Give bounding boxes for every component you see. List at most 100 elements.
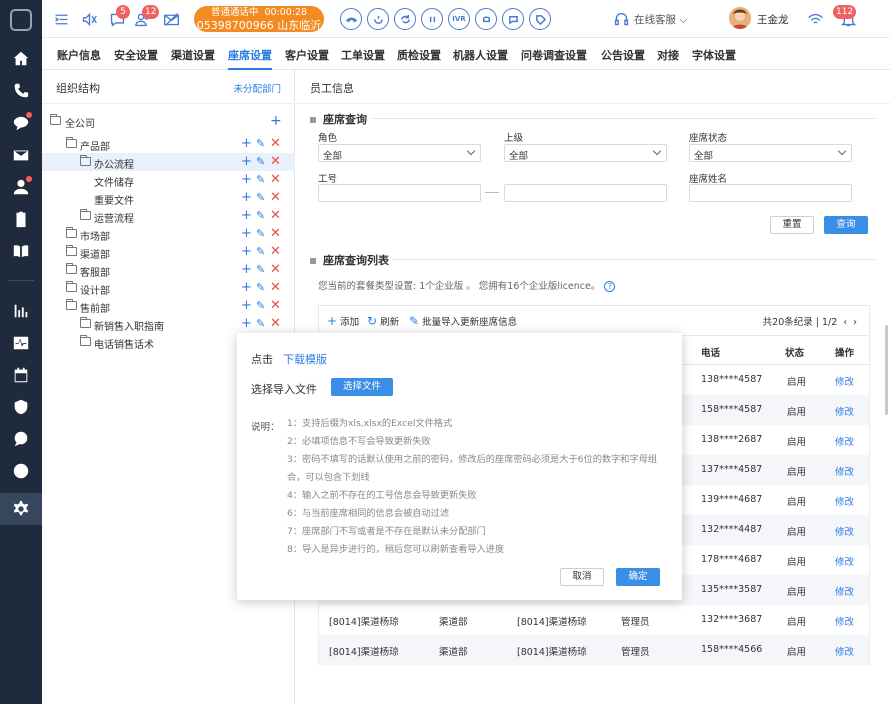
menu-security[interactable]: 安全设置 (114, 47, 158, 63)
menu-notice[interactable]: 公告设置 (601, 47, 645, 63)
edit-link[interactable]: 修改 (835, 464, 854, 478)
tree-node[interactable]: 设计部 + ✎ ✕ (42, 279, 295, 297)
edit-link[interactable]: 修改 (835, 614, 854, 628)
edit-link[interactable]: 修改 (835, 584, 854, 598)
tree-node-root[interactable]: 全公司 + (42, 112, 295, 130)
tree-node[interactable]: 渠道部 + ✎ ✕ (42, 243, 295, 261)
edit-icon[interactable]: ✎ (256, 298, 265, 314)
edit-icon[interactable]: ✎ (256, 262, 265, 278)
pause-icon[interactable] (421, 8, 443, 30)
add-icon[interactable]: + (241, 262, 252, 278)
home-icon[interactable] (11, 49, 31, 69)
delete-icon[interactable]: ✕ (270, 244, 281, 260)
edit-link[interactable]: 修改 (835, 434, 854, 448)
sms-icon[interactable] (502, 8, 524, 30)
menu-survey[interactable]: 问卷调查设置 (521, 47, 587, 63)
hangup-icon[interactable] (340, 8, 362, 30)
consult-icon[interactable] (475, 8, 497, 30)
agent-status-dropdown[interactable]: 在线客服 ⌵ (634, 12, 687, 27)
menu-qc[interactable]: 质检设置 (397, 47, 441, 63)
add-icon[interactable]: + (241, 226, 252, 242)
edit-link[interactable]: 修改 (835, 374, 854, 388)
add-icon[interactable]: + (241, 136, 252, 152)
add-button[interactable]: + 添加 (327, 314, 359, 328)
role-select[interactable]: 全部 (318, 144, 481, 162)
shield-icon[interactable] (11, 397, 31, 417)
add-icon[interactable]: + (241, 280, 252, 296)
menu-ticket[interactable]: 工单设置 (341, 47, 385, 63)
avatar[interactable] (729, 7, 751, 29)
cancel-button[interactable]: 取消 (560, 568, 604, 586)
pulse-icon[interactable] (11, 333, 31, 353)
edit-link[interactable]: 修改 (835, 644, 854, 658)
menu-robot[interactable]: 机器人设置 (453, 47, 508, 63)
parent-select[interactable]: 全部 (504, 144, 667, 162)
menu-font[interactable]: 字体设置 (692, 47, 736, 63)
edit-icon[interactable]: ✎ (256, 244, 265, 260)
menu-customer[interactable]: 客户设置 (285, 47, 329, 63)
delete-icon[interactable]: ✕ (270, 208, 281, 224)
import-button[interactable]: ✎ 批量导入更新座席信息 (409, 314, 517, 328)
ivr-button[interactable]: IVR (448, 8, 470, 30)
seat-name-input[interactable] (689, 184, 852, 202)
help-icon[interactable]: ? (604, 281, 616, 292)
mail-icon[interactable] (11, 145, 31, 165)
edit-icon[interactable]: ✎ (256, 208, 265, 224)
tree-node[interactable]: 文件储存 + ✎ ✕ (42, 171, 295, 189)
mail-off-icon[interactable] (162, 10, 180, 28)
add-icon[interactable]: + (241, 298, 252, 314)
delete-icon[interactable]: ✕ (270, 136, 281, 152)
id-to-input[interactable] (504, 184, 667, 202)
unassigned-link[interactable]: 未分配部门 (233, 81, 281, 95)
phone-icon[interactable] (11, 81, 31, 101)
user-icon[interactable] (11, 176, 32, 197)
delete-icon[interactable]: ✕ (270, 154, 281, 170)
link-icon[interactable] (11, 461, 31, 481)
transfer-icon[interactable] (394, 8, 416, 30)
delete-icon[interactable]: ✕ (270, 226, 281, 242)
delete-icon[interactable]: ✕ (270, 280, 281, 296)
add-icon[interactable]: + (241, 208, 252, 224)
collapse-menu-icon[interactable] (52, 10, 70, 28)
add-icon[interactable]: + (241, 172, 252, 188)
prev-page-icon[interactable]: ‹ (843, 317, 847, 328)
tree-node[interactable]: 新销售入职指南 + ✎ ✕ (42, 315, 295, 333)
menu-channel[interactable]: 渠道设置 (171, 47, 215, 63)
seat-status-select[interactable]: 全部 (689, 144, 852, 162)
tree-node[interactable]: 运营流程 + ✎ ✕ (42, 207, 295, 225)
calendar-icon[interactable] (11, 365, 31, 385)
add-icon[interactable]: + (241, 316, 252, 332)
mute-icon[interactable] (80, 10, 98, 28)
hold-icon[interactable] (367, 8, 389, 30)
add-icon[interactable]: + (241, 244, 252, 260)
edit-link[interactable]: 修改 (835, 404, 854, 418)
edit-link[interactable]: 修改 (835, 554, 854, 568)
tree-node[interactable]: 客服部 + ✎ ✕ (42, 261, 295, 279)
add-icon[interactable]: + (241, 190, 252, 206)
tree-node[interactable]: 市场部 + ✎ ✕ (42, 225, 295, 243)
tree-node[interactable]: 重要文件 + ✎ ✕ (42, 189, 295, 207)
edit-link[interactable]: 修改 (835, 524, 854, 538)
menu-seat[interactable]: 座席设置 (228, 47, 272, 70)
edit-icon[interactable]: ✎ (256, 190, 265, 206)
next-page-icon[interactable]: › (853, 317, 857, 328)
scrollbar-thumb[interactable] (885, 325, 888, 415)
confirm-button[interactable]: 确定 (616, 568, 660, 586)
message-icon[interactable] (11, 429, 31, 449)
edit-link[interactable]: 修改 (835, 494, 854, 508)
bar-chart-icon[interactable] (11, 301, 31, 321)
download-template-link[interactable]: 下载模版 (283, 353, 327, 366)
reset-button[interactable]: 重置 (770, 216, 814, 234)
edit-icon[interactable]: ✎ (256, 226, 265, 242)
menu-integration[interactable]: 对接 (657, 47, 679, 63)
book-icon[interactable] (11, 241, 31, 261)
delete-icon[interactable]: ✕ (270, 172, 281, 188)
tree-node-selected[interactable]: 办公流程 + ✎ ✕ (42, 153, 295, 171)
add-icon[interactable]: + (241, 154, 252, 170)
choose-file-button[interactable]: 选择文件 (331, 378, 393, 396)
tree-node[interactable]: 产品部 + ✎ ✕ (42, 135, 295, 153)
clipboard-icon[interactable] (11, 209, 31, 229)
edit-icon[interactable]: ✎ (256, 316, 265, 332)
edit-icon[interactable]: ✎ (256, 172, 265, 188)
add-root-icon[interactable]: + (270, 113, 282, 129)
